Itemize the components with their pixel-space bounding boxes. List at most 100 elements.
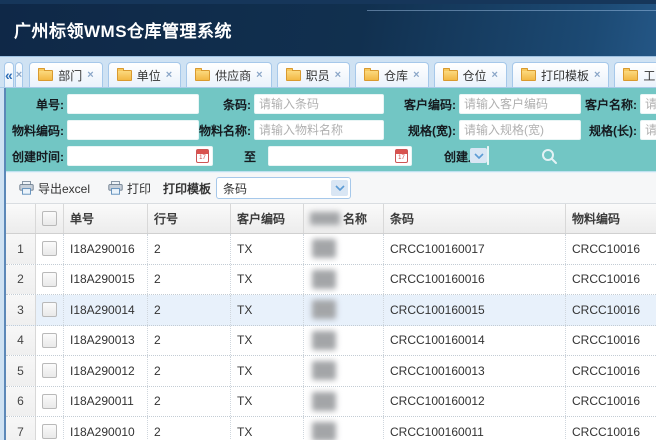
print-template-select[interactable]: 条码 [216,177,351,199]
masked-text [312,361,336,380]
close-icon[interactable]: × [335,69,341,81]
close-icon[interactable]: × [256,69,262,81]
close-icon[interactable]: × [594,69,600,81]
app-header: 广州标领WMS仓库管理系统 [0,0,656,57]
order-no-cell: I18A290014 [64,295,148,325]
data-grid: 单号行号客户编码名称条码物料编码 1I18A2900162TXCRCC10016… [6,204,656,440]
row-checkbox[interactable] [42,272,57,287]
calendar-icon[interactable] [395,149,408,163]
row-checkbox[interactable] [42,241,57,256]
material-code-input[interactable] [67,120,199,140]
folder-icon [286,70,301,81]
print-button[interactable]: 打印 [108,180,151,197]
create-time-from-input[interactable] [67,146,213,166]
table-row[interactable]: 1I18A2900162TXCRCC100160017CRCC10016 [6,234,656,265]
tab-label: 仓位 [463,67,487,84]
tab-scroll-left-icon[interactable]: « [4,62,14,87]
column-header-1[interactable]: 单号 [64,204,148,233]
tab-label: 供应商 [215,67,251,84]
column-header-label: 客户编码 [237,210,285,227]
row-checkbox[interactable] [42,302,57,317]
material-code-label: 物料编码: [8,122,64,139]
table-row[interactable]: 4I18A2900132TXCRCC100160014CRCC10016 [6,326,656,357]
barcode-cell: CRCC100160017 [384,234,566,264]
calendar-icon[interactable] [196,149,209,163]
row-number-cell: 3 [6,295,36,325]
table-row[interactable]: 7I18A2900102TXCRCC100160011CRCC10016 [6,417,656,440]
print-template-value: 条码 [223,180,247,197]
column-header-2[interactable]: 行号 [148,204,231,233]
column-header-6[interactable]: 物料编码 [566,204,656,233]
tab-strip: 部门×单位×供应商×职员×仓库×仓位×打印模板×工 [29,62,656,87]
customer-name-cell [304,234,384,264]
column-header-4[interactable]: 名称 [304,204,384,233]
customer-code-cell: TX [231,387,304,417]
chevron-down-icon[interactable] [470,148,487,163]
table-row[interactable]: 6I18A2900112TXCRCC100160012CRCC10016 [6,387,656,418]
spec-length-input[interactable] [640,120,656,140]
close-icon[interactable]: × [16,69,22,81]
table-row[interactable]: 3I18A2900142TXCRCC100160015CRCC10016 [6,295,656,326]
row-number-cell: 4 [6,326,36,356]
row-checkbox[interactable] [42,424,57,439]
barcode-cell: CRCC100160012 [384,387,566,417]
tab-5[interactable]: 仓库 × [355,62,428,87]
material-name-input[interactable] [254,120,384,140]
spec-length-label: 规格(长): [581,122,637,139]
barcode-label: 条码: [199,96,251,113]
column-header-label: 名称 [343,210,367,227]
row-checkbox[interactable] [42,333,57,348]
line-no-cell: 2 [148,387,231,417]
create-time-to-input[interactable] [268,146,412,166]
tab-collapsed[interactable]: × [15,62,23,87]
masked-text [310,212,340,225]
creator-select[interactable] [487,146,489,165]
printer-icon [108,181,123,195]
folder-icon [117,70,132,81]
line-no-cell: 2 [148,265,231,295]
tab-label: 仓库 [384,67,408,84]
row-checkbox-cell [36,234,64,264]
tab-1[interactable]: 部门× [29,62,102,87]
customer-code-input[interactable] [459,94,581,114]
tab-4[interactable]: 职员 × [277,62,350,87]
tab-label: 职员 [306,67,330,84]
masked-text [312,392,336,411]
folder-icon [443,70,458,81]
folder-icon [195,70,210,81]
tab-7[interactable]: 打印模板× [512,62,609,87]
app-title: 广州标领WMS仓库管理系统 [14,17,232,42]
chevron-down-icon[interactable] [331,180,348,196]
customer-name-input[interactable] [640,94,656,114]
select-all-checkbox[interactable] [42,211,57,226]
material-code-cell: CRCC10016 [566,417,656,440]
material-name-label: 物料名称: [199,122,251,139]
tab-label: 单位 [137,67,161,84]
customer-code-cell: TX [231,295,304,325]
table-row[interactable]: 2I18A2900152TXCRCC100160016CRCC10016 [6,265,656,296]
row-checkbox[interactable] [42,363,57,378]
close-icon[interactable]: × [87,69,93,81]
tab-label: 工 [643,67,655,84]
barcode-input[interactable] [254,94,384,114]
column-header-5[interactable]: 条码 [384,204,566,233]
table-row[interactable]: 5I18A2900122TXCRCC100160013CRCC10016 [6,356,656,387]
close-icon[interactable]: × [166,69,172,81]
tab-2[interactable]: 单位 × [108,62,181,87]
line-no-cell: 2 [148,417,231,440]
tab-6[interactable]: 仓位 × [434,62,507,87]
tab-3[interactable]: 供应商 × [186,62,271,87]
row-checkbox[interactable] [42,394,57,409]
export-excel-button[interactable]: 导出excel [19,180,90,197]
customer-code-cell: TX [231,417,304,440]
order-no-input[interactable] [67,94,199,114]
barcode-cell: CRCC100160011 [384,417,566,440]
row-checkbox-cell [36,295,64,325]
spec-width-input[interactable] [459,120,581,140]
tab-8[interactable]: 工 [614,62,656,87]
close-icon[interactable]: × [413,69,419,81]
column-header-3[interactable]: 客户编码 [231,204,304,233]
search-icon[interactable] [541,148,558,165]
customer-code-cell: TX [231,234,304,264]
close-icon[interactable]: × [492,69,498,81]
